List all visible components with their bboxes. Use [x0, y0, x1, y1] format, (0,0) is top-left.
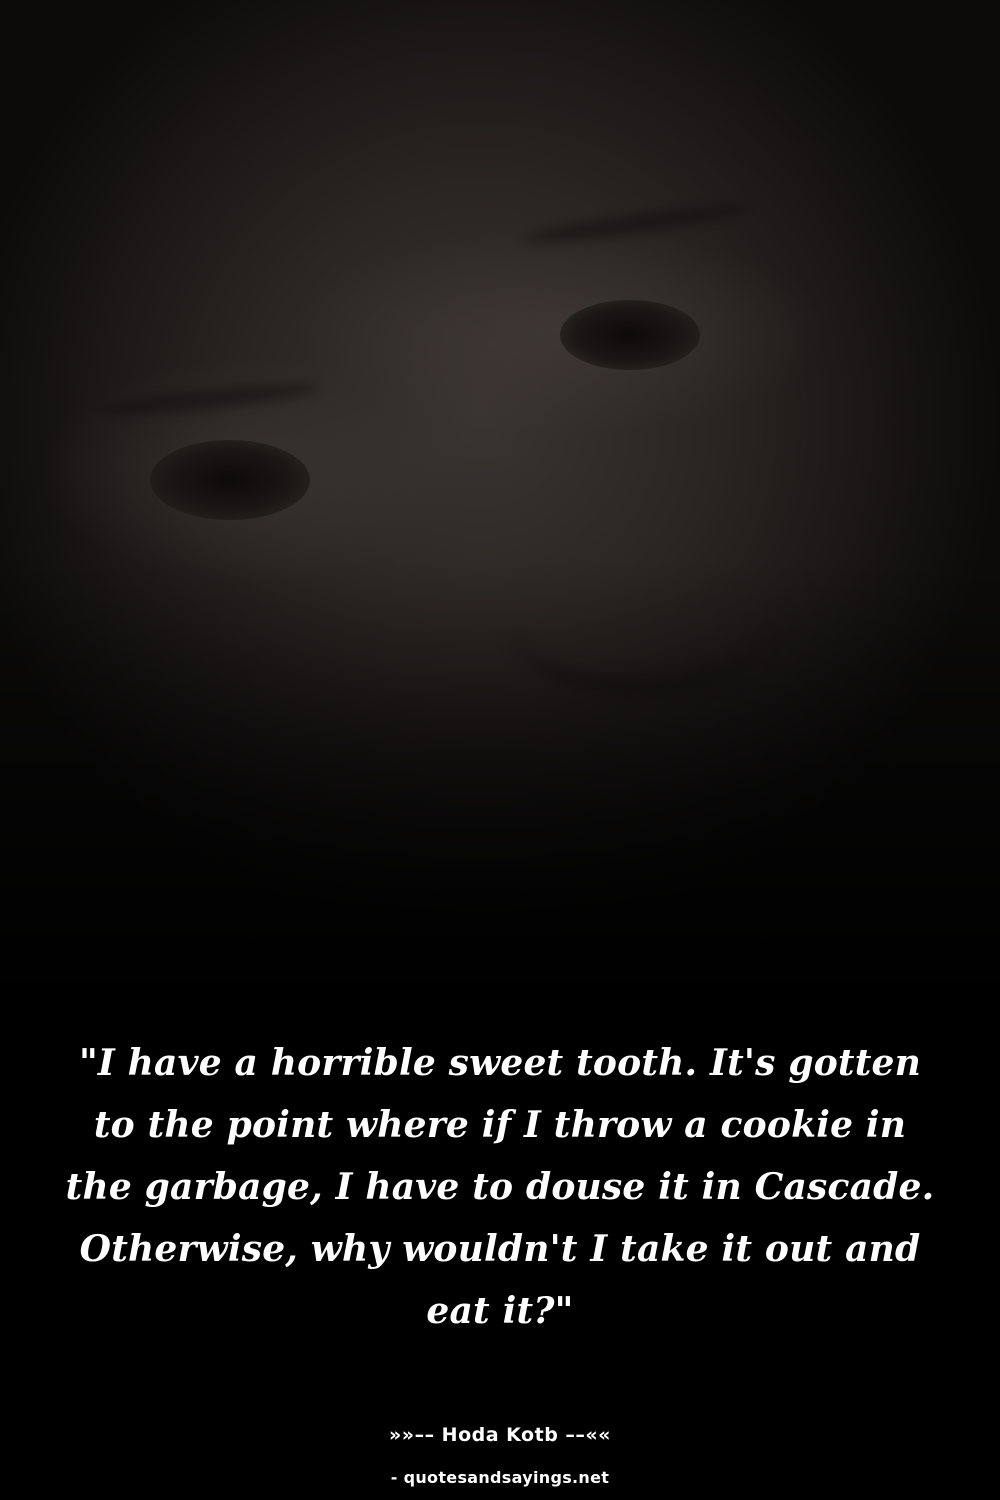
portrait-brow-left: [519, 199, 751, 249]
portrait-eye-left: [560, 300, 700, 370]
portrait-eye-right: [150, 440, 310, 520]
photo-fade-overlay: [0, 560, 1000, 1000]
quote-text: "I have a horrible sweet tooth. It's got…: [65, 1042, 935, 1332]
portrait-brow-right: [99, 378, 321, 420]
author-line: »»–– Hoda Kotb ––««: [389, 1424, 611, 1446]
quote-card: "I have a horrible sweet tooth. It's got…: [0, 0, 1000, 1500]
source-credit: - quotesandsayings.net: [390, 1468, 610, 1487]
